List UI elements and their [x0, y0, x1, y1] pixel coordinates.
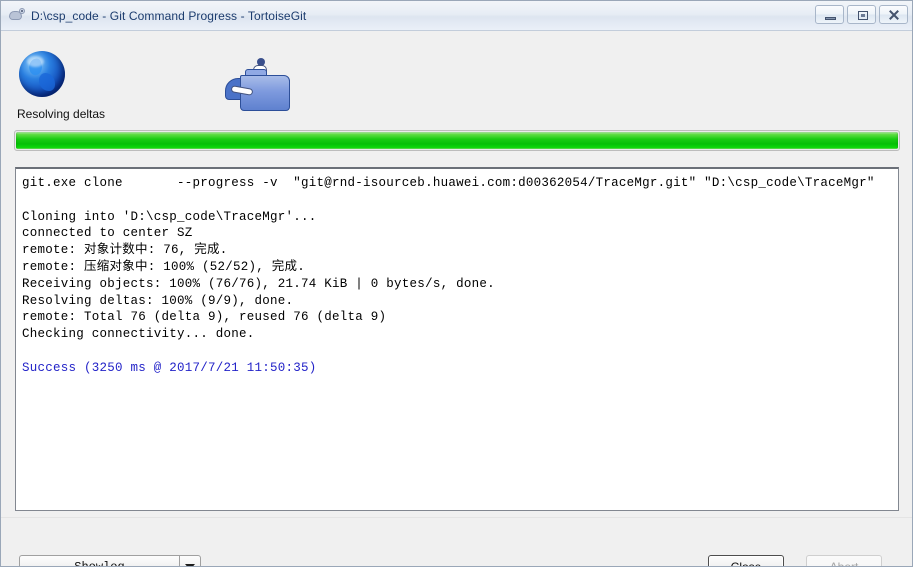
abort-button: Abort: [806, 555, 882, 566]
globe-icon: [17, 49, 67, 99]
minimize-button[interactable]: [815, 5, 844, 24]
log-success-line: Success (3250 ms @ 2017/7/21 11:50:35): [22, 360, 317, 375]
show-log-split-button[interactable]: Show l og: [19, 555, 201, 567]
close-icon: [880, 6, 907, 23]
tortoisegit-progress-window: D:\csp_code - Git Command Progress - Tor…: [0, 0, 913, 567]
show-log-label-suffix: og: [110, 559, 125, 567]
progress-status-label: Resolving deltas: [17, 107, 106, 121]
show-log-button[interactable]: Show l og: [19, 555, 179, 567]
maximize-icon: [858, 11, 868, 20]
show-log-label-prefix: Show: [74, 559, 104, 567]
log-text: git.exe clone --progress -v "git@rnd-iso…: [22, 175, 894, 377]
copy-folder-animation-icon: [223, 57, 295, 119]
progress-bar-fill: [16, 132, 898, 149]
close-button[interactable]: [879, 5, 908, 24]
title-bar: D:\csp_code - Git Command Progress - Tor…: [1, 1, 912, 31]
client-area: Resolving deltas git.exe clone --progres…: [1, 31, 912, 567]
command-output-log[interactable]: git.exe clone --progress -v "git@rnd-iso…: [15, 167, 899, 511]
log-body: git.exe clone --progress -v "git@rnd-iso…: [22, 176, 875, 342]
show-log-dropdown-button[interactable]: [179, 555, 201, 566]
tortoisegit-turtle-icon: [8, 7, 25, 24]
progress-bar: [14, 130, 900, 151]
show-log-label-accel: l: [103, 559, 111, 567]
close-dialog-button[interactable]: Close: [708, 555, 784, 566]
maximize-button[interactable]: [847, 5, 876, 24]
chevron-down-icon: [185, 563, 195, 566]
window-title: D:\csp_code - Git Command Progress - Tor…: [31, 8, 307, 23]
minimize-icon: [825, 17, 836, 20]
window-controls: [815, 5, 908, 24]
